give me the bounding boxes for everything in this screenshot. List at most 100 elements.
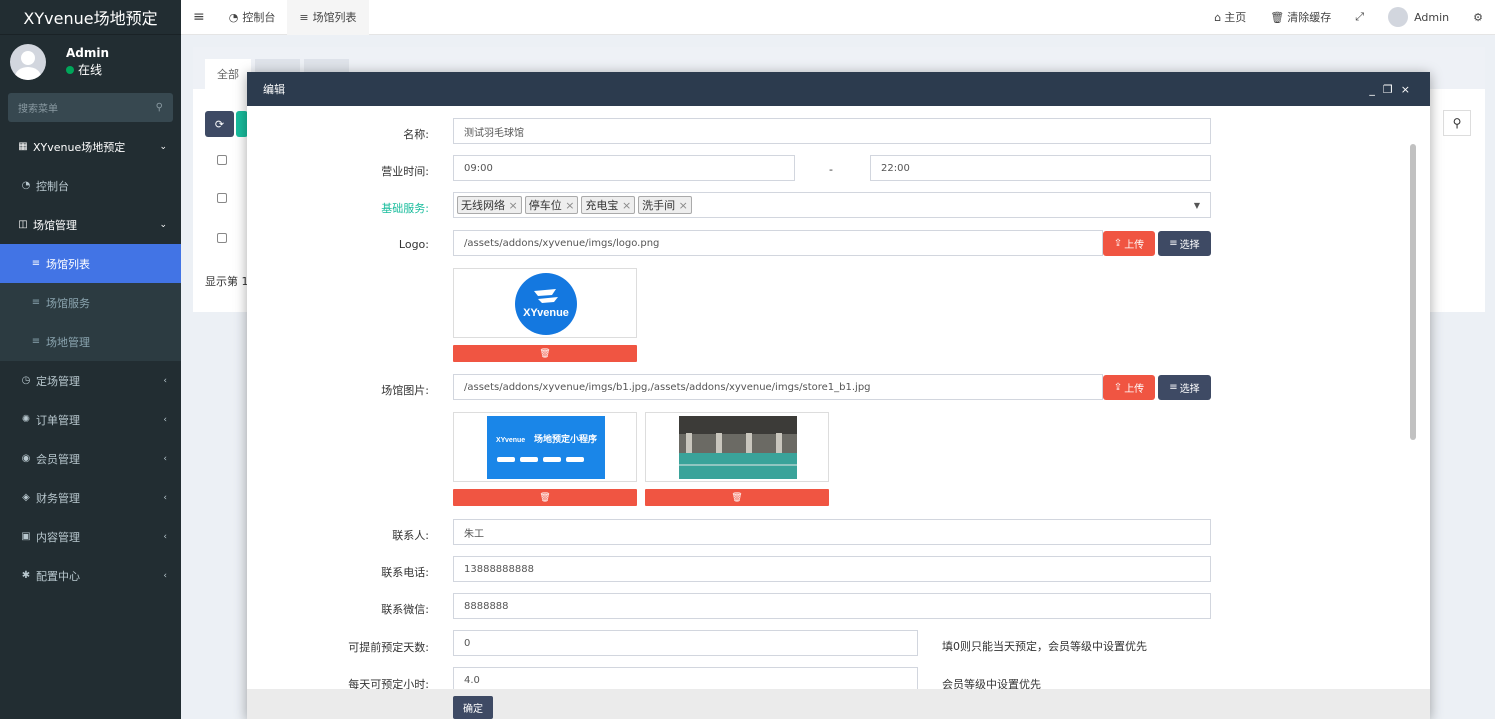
list-icon: ≡ xyxy=(31,258,41,269)
sidebar-item-label: 场馆管理 xyxy=(33,218,77,232)
hours-end-field[interactable]: 22:00 xyxy=(870,155,1211,181)
brand-logo[interactable]: XYvenue场地预定 xyxy=(0,0,181,35)
remove-tag-icon[interactable]: × xyxy=(622,199,631,212)
sidebar-item-venue-list[interactable]: ≡ 场馆列表 xyxy=(0,244,181,283)
home-link[interactable]: ⌂ 主页 xyxy=(1202,0,1258,35)
search-button[interactable]: ⚲ xyxy=(1443,110,1471,136)
services-label: 基础服务: xyxy=(381,202,429,215)
service-tag[interactable]: 充电宝 × xyxy=(581,196,636,214)
refresh-button[interactable]: ⟳ xyxy=(205,111,234,137)
dropdown-caret-icon[interactable]: ▼ xyxy=(1194,201,1200,210)
service-tag-label: 停车位 xyxy=(528,199,562,212)
sidebar-item-label: 财务管理 xyxy=(36,491,80,505)
row-checkbox[interactable] xyxy=(217,233,227,243)
phone-field[interactable]: 13888888888 xyxy=(453,556,1211,582)
contact-field[interactable]: 朱工 xyxy=(453,519,1211,545)
wechat-field[interactable]: 8888888 xyxy=(453,593,1211,619)
confirm-button[interactable]: 确定 xyxy=(453,696,493,719)
choose-label: 选择 xyxy=(1179,384,1200,395)
logo-preview: XYvenue xyxy=(453,268,637,338)
list-icon: ≡ xyxy=(31,336,41,347)
top-navbar: ≡ ◔ 控制台 ≡ 场馆列表 ⌂ 主页 🗑 清除缓存 ⤢ Admin ⚙ xyxy=(181,0,1495,35)
remove-tag-icon[interactable]: × xyxy=(565,199,574,212)
tab-venue-list[interactable]: ≡ 场馆列表 xyxy=(287,0,369,35)
menu-toggle-icon[interactable]: ≡ xyxy=(181,0,217,35)
clock-icon: ◷ xyxy=(21,375,31,386)
home-icon: ⌂ xyxy=(1214,10,1222,24)
sidebar-item-booking[interactable]: ◷ 定场管理 ‹ xyxy=(0,361,181,400)
service-tag[interactable]: 洗手间 × xyxy=(638,196,692,214)
remove-tag-icon[interactable]: × xyxy=(509,199,518,212)
online-dot-icon xyxy=(66,66,74,74)
dashboard-icon: ◔ xyxy=(21,180,31,191)
settings-icon[interactable]: ⚙ xyxy=(1461,0,1495,35)
banner-image: XYvenue 场地预定小程序 xyxy=(487,416,605,479)
user-status: 在线 xyxy=(66,62,109,79)
avatar xyxy=(10,44,46,80)
select-all-checkbox[interactable] xyxy=(217,155,227,165)
sidebar-search[interactable]: 搜索菜单 ⚲ xyxy=(8,93,173,122)
grid-icon: ▦ xyxy=(18,141,28,152)
tab-label: 场馆列表 xyxy=(312,11,357,24)
sidebar-item-dashboard[interactable]: ◔ 控制台 xyxy=(0,166,181,205)
sidebar-item-venue-management[interactable]: ◫ 场馆管理 ⌄ xyxy=(0,205,181,244)
banner-title: 场地预定小程序 xyxy=(534,433,597,444)
search-icon[interactable]: ⚲ xyxy=(156,102,163,113)
upload-label: 上传 xyxy=(1124,384,1145,395)
image-1-delete-button[interactable]: 🗑 xyxy=(453,489,637,506)
service-tag[interactable]: 无线网络 × xyxy=(457,196,522,214)
maximize-icon[interactable]: ❐ xyxy=(1383,83,1401,96)
logo-upload-button[interactable]: ⇪ 上传 xyxy=(1103,231,1155,256)
phone-label: 联系电话: xyxy=(381,566,429,579)
chevron-left-icon: ‹ xyxy=(163,414,167,425)
logo-path-field[interactable]: /assets/addons/xyvenue/imgs/logo.png xyxy=(453,230,1103,256)
sidebar-item-label: 场地管理 xyxy=(46,335,90,349)
images-label: 场馆图片: xyxy=(381,384,429,397)
admin-menu[interactable]: Admin xyxy=(1376,0,1461,35)
fullscreen-icon[interactable]: ⤢ xyxy=(1343,0,1376,35)
name-field[interactable]: 测试羽毛球馆 xyxy=(453,118,1211,144)
minimize-icon[interactable]: _ xyxy=(1369,83,1383,96)
list-icon: ≡ xyxy=(1169,382,1178,393)
user-status-text: 在线 xyxy=(78,63,103,77)
choose-label: 选择 xyxy=(1179,240,1200,251)
advance-days-field[interactable]: 0 xyxy=(453,630,918,656)
chevron-left-icon: ‹ xyxy=(163,531,167,542)
diamond-icon: ◈ xyxy=(22,492,30,503)
tab-dashboard[interactable]: ◔ 控制台 xyxy=(217,0,288,35)
upload-icon: ⇪ xyxy=(1113,382,1123,393)
clear-cache-button[interactable]: 🗑 清除缓存 xyxy=(1258,0,1343,35)
hours-per-day-field[interactable]: 4.0 xyxy=(453,667,918,689)
admin-label: Admin xyxy=(1414,10,1450,24)
sidebar-item-venue-service[interactable]: ≡ 场馆服务 xyxy=(0,283,181,322)
service-tag[interactable]: 停车位 × xyxy=(524,196,579,214)
image-2-delete-button[interactable]: 🗑 xyxy=(645,489,829,506)
close-icon[interactable]: × xyxy=(1401,83,1418,96)
modal-header: 编辑 _❐× xyxy=(247,72,1430,106)
sidebar-item-members[interactable]: ◉ 会员管理 ‹ xyxy=(0,439,181,478)
images-upload-button[interactable]: ⇪ 上传 xyxy=(1103,375,1155,400)
sidebar-item-config[interactable]: ✱ 配置中心 ‹ xyxy=(0,556,181,595)
chevron-down-icon: ⌄ xyxy=(159,141,167,152)
row-checkbox[interactable] xyxy=(217,193,227,203)
scrollbar[interactable] xyxy=(1410,144,1416,440)
tab-all[interactable]: 全部 xyxy=(205,59,251,89)
service-tag-label: 充电宝 xyxy=(585,199,619,212)
logo-choose-button[interactable]: ≡ 选择 xyxy=(1158,231,1211,256)
tab-label: 控制台 xyxy=(242,11,276,24)
hours-start-field[interactable]: 09:00 xyxy=(453,155,795,181)
sidebar-item-content[interactable]: ▣ 内容管理 ‹ xyxy=(0,517,181,556)
sidebar-item-xyvenue[interactable]: ▦ XYvenue场地预定 ⌄ xyxy=(0,127,181,166)
sidebar-item-orders[interactable]: ✺ 订单管理 ‹ xyxy=(0,400,181,439)
sidebar-item-label: 场馆服务 xyxy=(46,296,90,310)
services-multiselect[interactable]: 无线网络 × 停车位 × 充电宝 × 洗手间 × ▼ xyxy=(453,192,1211,218)
images-path-field[interactable]: /assets/addons/xyvenue/imgs/b1.jpg,/asse… xyxy=(453,374,1103,400)
sidebar-item-finance[interactable]: ◈ 财务管理 ‹ xyxy=(0,478,181,517)
logo-delete-button[interactable]: 🗑 xyxy=(453,345,637,362)
images-choose-button[interactable]: ≡ 选择 xyxy=(1158,375,1211,400)
sidebar-item-label: 控制台 xyxy=(36,179,69,193)
edit-modal: 编辑 _❐× 名称: 测试羽毛球馆 营业时间: 09:00 - 22:00 基础… xyxy=(247,72,1430,719)
logo-label: Logo: xyxy=(398,238,429,251)
remove-tag-icon[interactable]: × xyxy=(679,199,688,212)
sidebar-item-court-management[interactable]: ≡ 场地管理 xyxy=(0,322,181,361)
